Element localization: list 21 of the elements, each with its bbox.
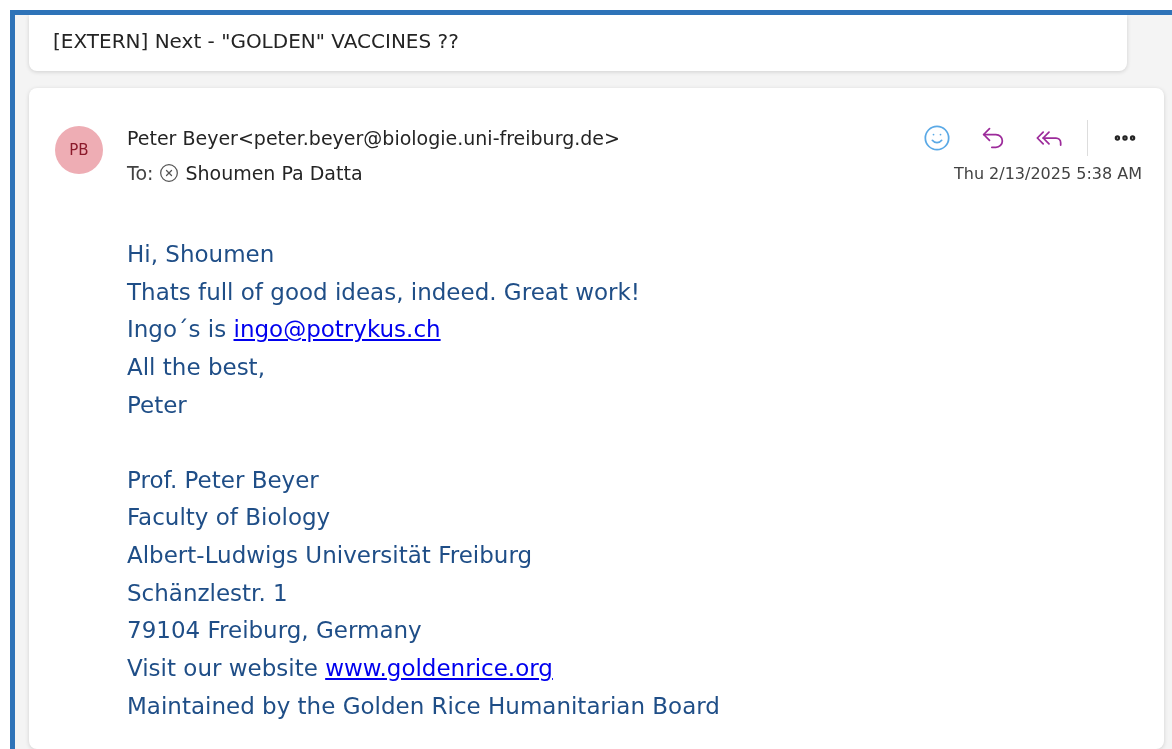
body-line: All the best, xyxy=(127,353,266,383)
body-line: Hi, Shoumen xyxy=(127,240,276,269)
body-line: Albert-Ludwigs Universität Freiburg xyxy=(127,540,534,570)
body-line: 79104 Freiburg, Germany xyxy=(127,616,423,646)
body-line: Thats full of good ideas, indeed. Great work! xyxy=(127,277,642,307)
body-line: Prof. Peter Beyer xyxy=(127,465,320,495)
message-date: Thu 2/13/2025 5:38 AM xyxy=(953,163,1142,183)
body-line: Maintained by the Golden Rice Humanitarian Board xyxy=(127,691,721,721)
body-line: Visit our website www.goldenrice.org xyxy=(127,654,554,684)
body-line: Faculty of Biology xyxy=(127,503,332,533)
to-label: To: xyxy=(127,162,154,184)
body-line: Ingo´s is ingo@potrykus.ch xyxy=(127,315,442,345)
link[interactable]: www.goldenrice.org xyxy=(325,655,553,682)
email-subject: [EXTERN] Next - "GOLDEN" VACCINES ?? xyxy=(29,15,1127,71)
avatar: PB xyxy=(55,126,103,174)
link[interactable]: ingo@potrykus.ch xyxy=(233,316,441,343)
remove-icon[interactable] xyxy=(159,163,180,183)
sender: Peter Beyer<peter.beyer@biologie.uni-freiburg.de> xyxy=(127,127,620,149)
body-line: Peter xyxy=(127,390,188,420)
body-line: Schänzlestr. 1 xyxy=(127,578,289,608)
recipient: Shoumen Pa Datta xyxy=(185,162,363,184)
